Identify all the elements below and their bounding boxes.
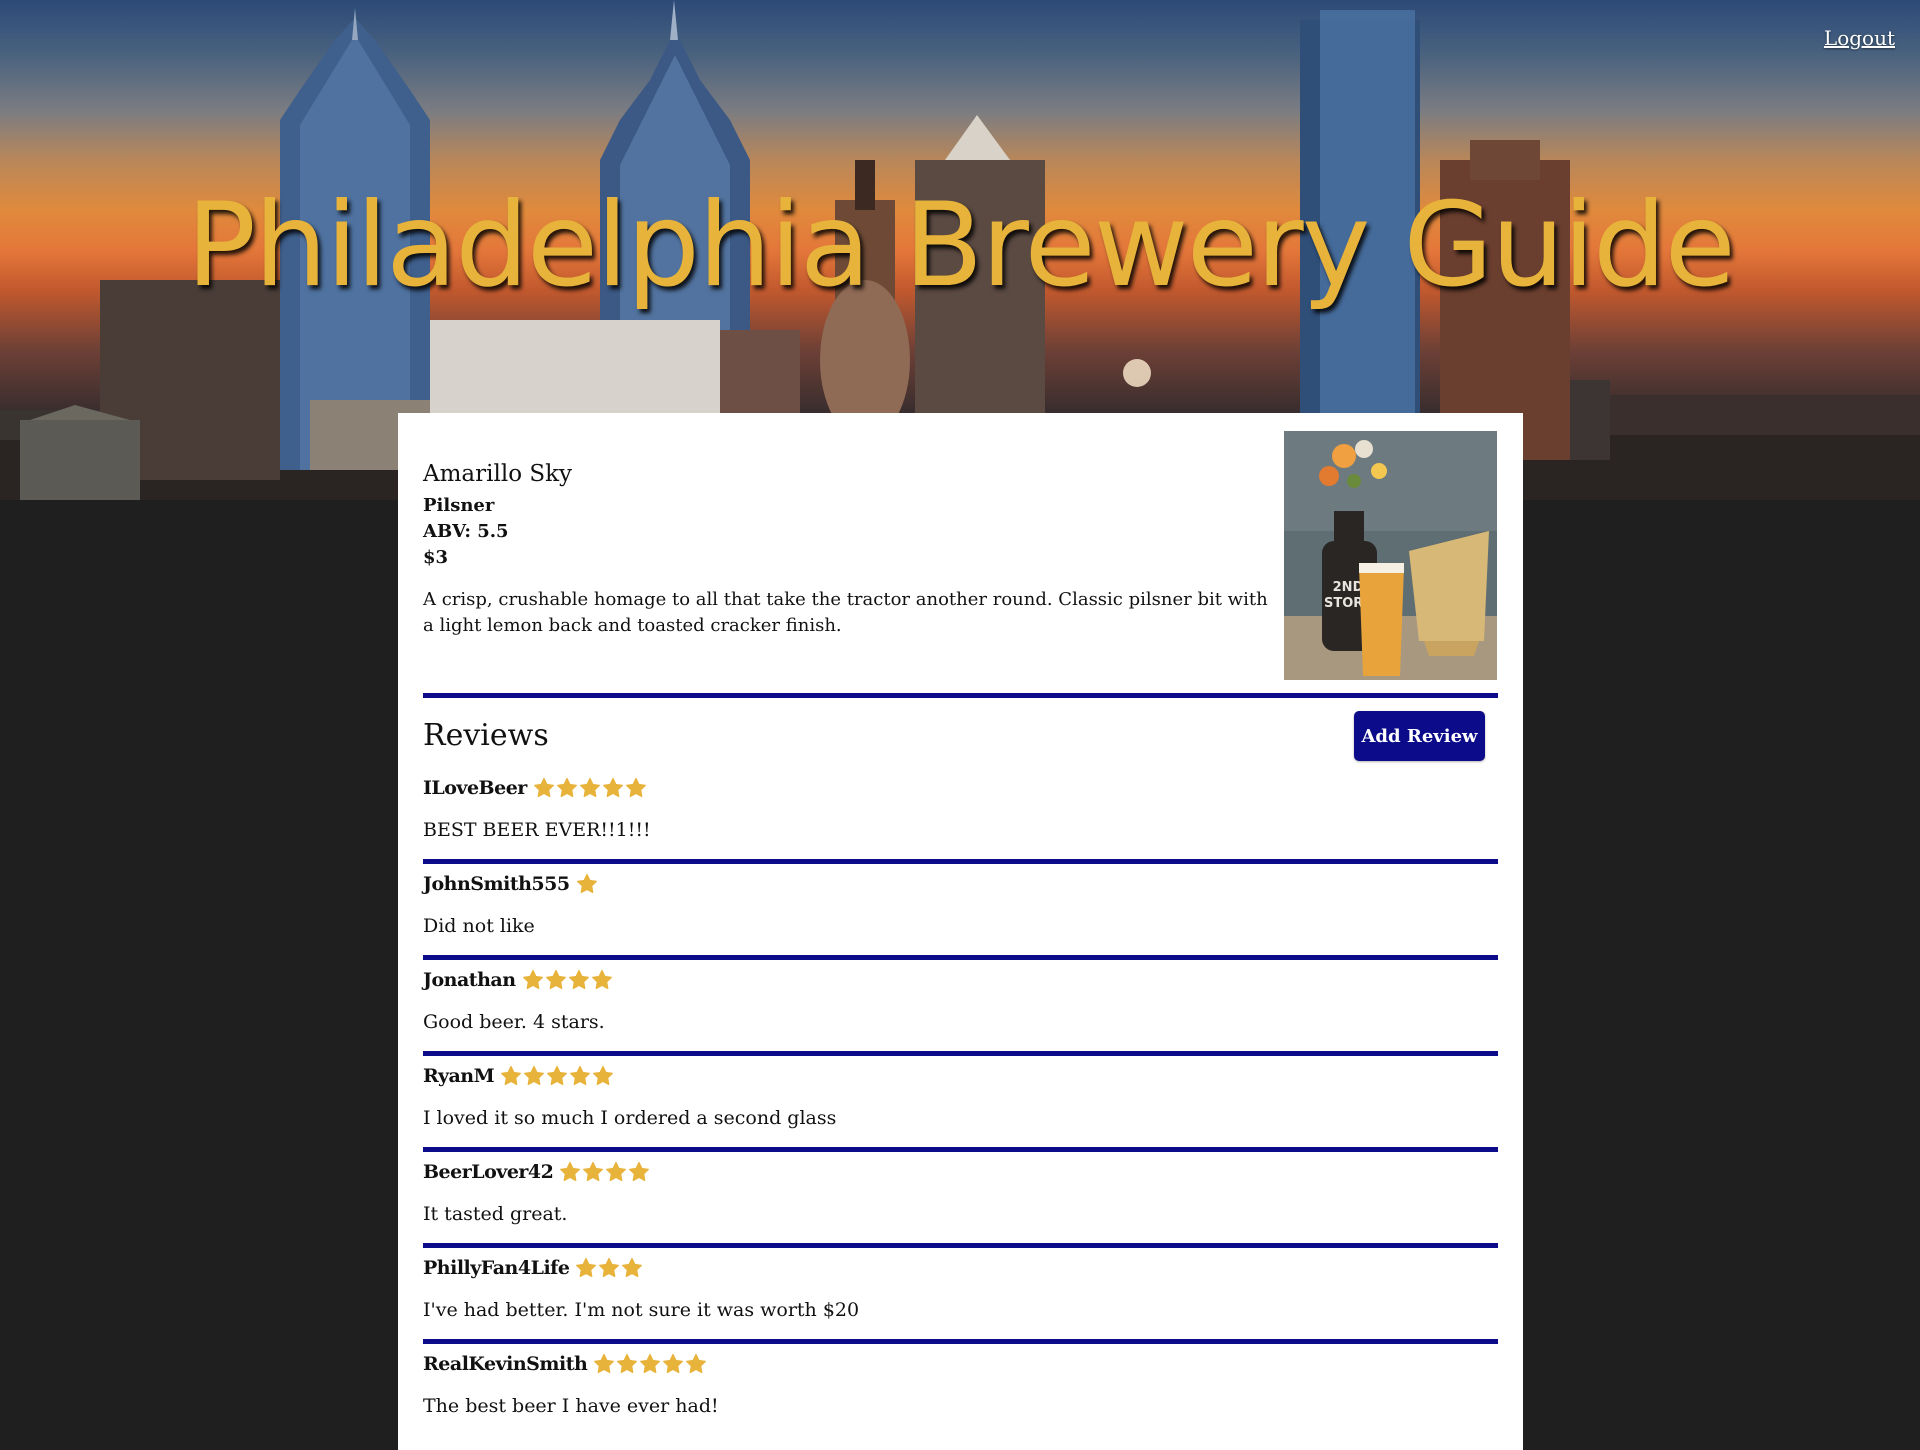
site-title: Philadelphia Brewery Guide xyxy=(186,178,1736,313)
review-item: JohnSmith555 Did not like xyxy=(423,869,1498,965)
star-icon xyxy=(602,777,623,798)
beer-price: $3 xyxy=(423,547,449,569)
review-header: ILoveBeer xyxy=(423,773,648,803)
review-text: Did not like xyxy=(423,915,535,937)
review-header: Jonathan xyxy=(423,965,614,995)
star-icon xyxy=(625,777,646,798)
review-rating xyxy=(593,1353,708,1375)
star-icon xyxy=(568,969,589,990)
add-review-button[interactable]: Add Review xyxy=(1354,711,1485,761)
star-icon xyxy=(599,1257,620,1278)
star-icon xyxy=(576,1257,597,1278)
review-header: BeerLover42 xyxy=(423,1157,651,1187)
review-rating xyxy=(576,873,599,895)
star-icon xyxy=(594,1353,615,1374)
star-icon xyxy=(663,1353,684,1374)
star-icon xyxy=(533,777,554,798)
review-username: ILoveBeer xyxy=(423,777,527,799)
review-item: RealKevinSmith The best beer I have ever… xyxy=(423,1349,1498,1445)
beer-style: Pilsner xyxy=(423,495,495,517)
review-divider xyxy=(423,1051,1498,1056)
star-icon xyxy=(686,1353,707,1374)
star-icon xyxy=(547,1065,568,1086)
review-item: PhillyFan4Life I've had better. I'm not … xyxy=(423,1253,1498,1349)
beer-abv: ABV: 5.5 xyxy=(423,521,509,543)
logout-link[interactable]: Logout xyxy=(1824,26,1895,50)
review-text: I loved it so much I ordered a second gl… xyxy=(423,1107,837,1129)
star-icon xyxy=(593,1065,614,1086)
review-divider xyxy=(423,859,1498,864)
beer-description: A crisp, crushable homage to all that ta… xyxy=(423,589,1268,637)
beer-name: Amarillo Sky xyxy=(423,461,573,487)
review-username: RyanM xyxy=(423,1065,495,1087)
svg-text:2ND: 2ND xyxy=(1333,580,1364,595)
review-divider xyxy=(423,1339,1498,1344)
star-icon xyxy=(591,969,612,990)
review-item: Jonathan Good beer. 4 stars. xyxy=(423,965,1498,1061)
review-text: BEST BEER EVER!!1!!! xyxy=(423,819,651,841)
review-username: RealKevinSmith xyxy=(423,1353,588,1375)
star-icon xyxy=(560,1161,581,1182)
review-item: ILoveBeer BEST BEER EVER!!1!!! xyxy=(423,773,1498,869)
review-rating xyxy=(500,1065,615,1087)
star-icon xyxy=(640,1353,661,1374)
star-icon xyxy=(583,1161,604,1182)
star-icon xyxy=(522,969,543,990)
review-header: RealKevinSmith xyxy=(423,1349,708,1379)
star-icon xyxy=(570,1065,591,1086)
review-divider xyxy=(423,1147,1498,1152)
review-divider xyxy=(423,955,1498,960)
star-icon xyxy=(606,1161,627,1182)
review-rating xyxy=(575,1257,644,1279)
review-username: Jonathan xyxy=(423,969,516,991)
star-icon xyxy=(617,1353,638,1374)
review-header: PhillyFan4Life xyxy=(423,1253,644,1283)
star-icon xyxy=(501,1065,522,1086)
review-item: RyanM I loved it so much I ordered a sec… xyxy=(423,1061,1498,1157)
star-icon xyxy=(545,969,566,990)
section-divider xyxy=(423,693,1498,698)
beer-info: Amarillo Sky Pilsner ABV: 5.5 $3 A crisp… xyxy=(423,461,1283,639)
review-text: The best beer I have ever had! xyxy=(423,1395,719,1417)
review-username: JohnSmith555 xyxy=(423,873,570,895)
star-icon xyxy=(524,1065,545,1086)
review-item: BeerLover42 It tasted great. xyxy=(423,1157,1498,1253)
review-text: Good beer. 4 stars. xyxy=(423,1011,605,1033)
review-text: It tasted great. xyxy=(423,1203,568,1225)
review-rating xyxy=(533,777,648,799)
review-header: RyanM xyxy=(423,1061,615,1091)
star-icon xyxy=(556,777,577,798)
reviews-heading: Reviews xyxy=(423,718,549,753)
review-text: I've had better. I'm not sure it was wor… xyxy=(423,1299,860,1321)
review-divider xyxy=(423,1243,1498,1248)
star-icon xyxy=(622,1257,643,1278)
star-icon xyxy=(629,1161,650,1182)
review-header: JohnSmith555 xyxy=(423,869,599,899)
review-rating xyxy=(559,1161,651,1183)
review-username: PhillyFan4Life xyxy=(423,1257,570,1279)
review-rating xyxy=(522,969,614,991)
beer-detail-card: 2ND STORY Amarillo Sky Pilsner ABV: 5.5 … xyxy=(398,413,1523,1450)
star-icon xyxy=(576,873,597,894)
beer-photo: 2ND STORY xyxy=(1284,431,1497,680)
review-username: BeerLover42 xyxy=(423,1161,554,1183)
star-icon xyxy=(579,777,600,798)
